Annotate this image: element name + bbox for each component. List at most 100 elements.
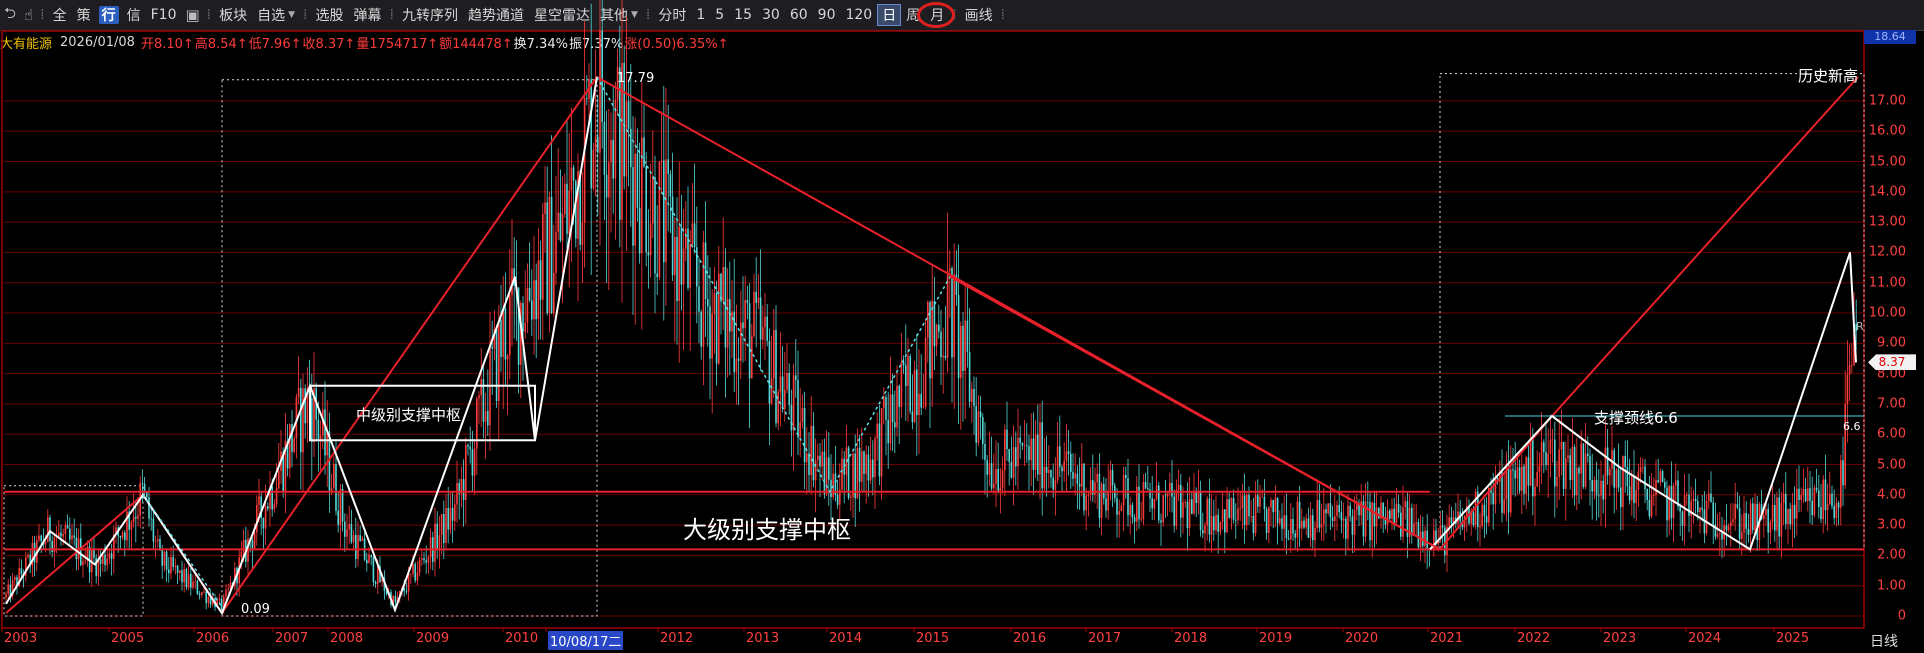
candle-body [742,322,744,329]
candle-body [680,226,683,285]
candle-body [1162,495,1164,523]
y-tick-label: 13.00 [1868,214,1906,230]
candle-body [942,355,944,358]
candle-body [669,173,672,197]
candle-body [405,591,408,592]
candle-body [1582,443,1585,487]
candle-body [1631,476,1633,501]
candle-body [1628,486,1631,501]
period-label[interactable]: 日线 [1870,631,1898,651]
candle-body [1837,502,1840,508]
candle-body [509,295,511,356]
y-tick-label: 15.00 [1868,154,1906,170]
candle-body [1188,499,1191,529]
candle-body [240,551,243,558]
candle-body [1848,365,1851,375]
candle-body [975,405,977,443]
candle-body [1386,510,1389,525]
candle-body [1609,469,1611,476]
candle-body [346,529,348,537]
candle-body [830,479,832,497]
x-tick-label: 2006 [196,631,230,646]
candle-body [1133,517,1136,522]
candle-body [1573,446,1576,496]
candle-body [665,159,667,263]
candle-body [1305,518,1307,528]
kline-chart[interactable] [0,0,1924,653]
y-tick-label: 0 [1897,608,1906,624]
candle-body [1210,516,1213,535]
candle-body [414,563,416,581]
candle-body [1059,446,1061,467]
candle-body [671,196,674,276]
candle-body [557,212,559,232]
candle-body [121,532,124,538]
candle-body [344,521,346,537]
candle-body [132,516,135,523]
candle-body [71,535,73,540]
candle-body [1730,522,1732,527]
candle-body [473,448,476,476]
candle-body [1232,497,1235,520]
candle-body [471,449,474,476]
candle-body [608,162,610,198]
candle-body [1725,525,1728,531]
candle-body [880,408,883,477]
candle-body [427,557,430,563]
candle-body [438,535,441,551]
candle-body [1402,507,1404,537]
candle-body [1237,508,1239,521]
candle-body [504,308,507,360]
candle-body [810,425,812,476]
candle-body [1842,460,1844,486]
candle-body [1041,422,1043,489]
candle-body [1741,532,1743,539]
candle-body [979,411,982,418]
candle-body [1160,520,1162,523]
candle-body [366,559,368,564]
candle-body [44,542,47,545]
current-price-marker: 8.37 [1868,354,1916,371]
candle-body [685,228,687,249]
candle-body [1514,470,1516,479]
candle-body [14,577,16,581]
candle-body [1540,442,1543,466]
candle-body [856,447,859,499]
candle-body [69,528,71,540]
candle-body [1175,490,1178,526]
candle-body [663,160,665,263]
candle-body [689,243,691,288]
candle-body [891,394,894,423]
candle-body [561,214,564,241]
candle-body [154,541,157,542]
candle-body [1096,473,1098,483]
candle-body [1314,528,1316,541]
candle-body [726,299,729,348]
y-tick-label: 2.00 [1877,547,1906,563]
candle-body [1448,517,1450,527]
candle-body [1221,509,1224,522]
candle-body [203,591,205,593]
candle-body [1719,533,1721,535]
candle-body [1637,471,1640,490]
candle-body [583,97,586,223]
candle-body [368,554,370,564]
candle-body [957,295,960,379]
candle-body [733,311,735,373]
candle-body [744,300,746,329]
candle-body [768,340,771,404]
candle-body [1450,517,1453,524]
x-tick-label: 2005 [111,631,145,646]
candle-body [410,573,412,575]
candle-body [1624,455,1626,468]
candle-body [713,292,716,314]
candle-body [454,504,456,521]
candle-body [1144,482,1147,489]
candle-body [1061,466,1063,472]
candle-body [1235,519,1237,521]
candle-body [656,273,658,278]
candle-body [1353,510,1356,535]
candle-body [1538,465,1541,472]
candle-body [1547,453,1549,466]
candle-body [1294,533,1296,538]
